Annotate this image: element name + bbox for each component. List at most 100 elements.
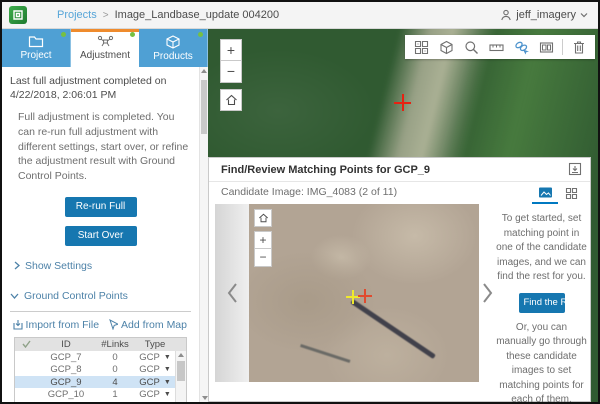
grid-view-toggle[interactable]: [558, 182, 584, 204]
breadcrumb: Projects > Image_Landbase_update 004200: [57, 9, 279, 21]
image-zoom-out-button[interactable]: −: [254, 249, 272, 267]
browse-images-button[interactable]: [409, 35, 434, 59]
grid-view-icon: [565, 187, 578, 200]
gcp-section-title: Ground Control Points: [24, 290, 128, 302]
scrollbar-thumb[interactable]: [201, 80, 207, 134]
candidate-image-label: Candidate Image: IMG_4083 (2 of 11): [221, 186, 397, 198]
single-view-icon: [538, 186, 553, 199]
delete-button[interactable]: [566, 35, 591, 59]
match-panel-header: Find/Review Matching Points for GCP_9: [209, 158, 590, 182]
topbar: Projects > Image_Landbase_update 004200 …: [2, 2, 598, 29]
next-image-button[interactable]: [481, 204, 495, 382]
import-from-file-link[interactable]: Import from File: [13, 319, 100, 331]
adjustment-description: Full adjustment is completed. You can re…: [18, 110, 191, 183]
add-gcp-link-button[interactable]: [509, 35, 534, 59]
home-extent-button[interactable]: [220, 89, 242, 111]
start-over-button[interactable]: Start Over: [65, 226, 137, 246]
project-title: Image_Landbase_update 004200: [115, 9, 280, 21]
chevron-down-icon: [10, 293, 19, 299]
table-row[interactable]: GCP_80 GCP▼: [15, 363, 186, 376]
cube-icon: [166, 35, 180, 49]
table-row[interactable]: GCP_110 GCP▼: [15, 401, 186, 402]
gcp-type: GCP: [139, 377, 160, 388]
dock-panel-button[interactable]: [568, 162, 582, 176]
gcp-id: GCP_9: [37, 377, 95, 388]
dropdown-caret-icon[interactable]: ▼: [164, 366, 171, 373]
previous-image-button[interactable]: [215, 204, 249, 382]
gcp-section-toggle[interactable]: Ground Control Points: [10, 290, 199, 302]
table-scrollbar[interactable]: [175, 351, 186, 402]
person-icon: [500, 9, 512, 21]
image-zoom-controls: + −: [254, 231, 272, 267]
view-toggles: [532, 182, 584, 204]
dropdown-caret-icon[interactable]: ▼: [164, 354, 171, 361]
tab-products[interactable]: Products: [139, 29, 208, 67]
panel-scrollbar[interactable]: [199, 67, 208, 402]
home-icon: [258, 213, 269, 223]
dropdown-caret-icon[interactable]: ▼: [164, 391, 171, 398]
tab-project[interactable]: Project: [2, 29, 71, 67]
table-row[interactable]: GCP_101 GCP ▼: [15, 388, 186, 401]
import-icon: [13, 319, 23, 330]
add-from-map-label: Add from Map: [121, 319, 187, 331]
zoom-out-button[interactable]: −: [220, 61, 242, 83]
table-row[interactable]: GCP_70 GCP▼: [15, 351, 186, 364]
measure-button[interactable]: [484, 35, 509, 59]
gcp-id: GCP_8: [37, 364, 95, 375]
add-from-map-link[interactable]: Add from Map: [109, 319, 187, 331]
dock-panel-icon: [568, 162, 582, 176]
scroll-up-icon[interactable]: [201, 69, 207, 73]
gcp-marker-cross[interactable]: [394, 94, 411, 111]
image-collection-button[interactable]: [534, 35, 559, 59]
tab-label: Adjustment: [80, 50, 130, 61]
gcp-links: 1: [95, 389, 135, 400]
gcp-links: 4: [95, 377, 135, 388]
status-dot-icon: [130, 32, 135, 37]
gcp-type: GCP: [139, 352, 160, 363]
map-toolbar: [405, 35, 595, 59]
map-zoom-controls: + −: [220, 39, 242, 83]
gcp-links: 0: [95, 364, 135, 375]
table-row-selected[interactable]: GCP_94 GCP ▼: [15, 376, 186, 389]
col-type[interactable]: Type: [135, 339, 175, 350]
toolbar-separator: [562, 39, 563, 55]
scroll-up-icon[interactable]: [178, 353, 184, 357]
gcp-type: GCP: [139, 389, 160, 400]
scrollbar-thumb[interactable]: [177, 361, 185, 381]
gcp-id: GCP_7: [37, 352, 95, 363]
gcp-id: GCP_10: [37, 389, 95, 400]
single-view-toggle[interactable]: [532, 182, 558, 204]
col-id[interactable]: ID: [37, 339, 95, 350]
home-icon: [225, 94, 238, 106]
small-shadow: [300, 344, 350, 363]
find-the-rest-button[interactable]: Find the Rest: [519, 293, 565, 313]
tab-adjustment[interactable]: Adjustment: [71, 29, 139, 67]
image-zoom-in-button[interactable]: +: [254, 231, 272, 249]
rerun-full-button[interactable]: Re-run Full: [65, 197, 137, 217]
col-links[interactable]: #Links: [95, 339, 135, 350]
instruction-secondary: Or, you can manually go through these ca…: [495, 321, 588, 403]
candidate-image[interactable]: + −: [249, 204, 479, 382]
image-home-button[interactable]: [254, 209, 272, 227]
dropdown-caret-icon[interactable]: ▼: [164, 379, 171, 386]
chevron-down-icon: [580, 12, 588, 18]
show-settings-toggle[interactable]: Show Settings: [14, 260, 199, 272]
adjustment-panel: Last full adjustment completed on 4/22/2…: [2, 67, 199, 402]
tab-label: Products: [153, 51, 192, 62]
left-panel: Project Adjustment Products Last full ad…: [2, 29, 208, 402]
breadcrumb-projects-link[interactable]: Projects: [57, 9, 97, 21]
search-button[interactable]: [459, 35, 484, 59]
basemap-button[interactable]: [434, 35, 459, 59]
status-dot-icon: [198, 32, 203, 37]
panel-tabs: Project Adjustment Products: [2, 29, 208, 67]
map-view[interactable]: + −: [208, 29, 598, 402]
zoom-in-button[interactable]: +: [220, 39, 242, 61]
drone-icon: [97, 35, 114, 48]
pole-shadow: [350, 299, 436, 359]
basemap-icon: [439, 40, 454, 55]
app-window: Projects > Image_Landbase_update 004200 …: [0, 0, 600, 404]
user-menu[interactable]: jeff_imagery: [500, 9, 588, 21]
active-tab-indicator: [71, 29, 139, 32]
gcp-location-marker[interactable]: [358, 289, 372, 303]
adjustment-status-text: Last full adjustment completed on 4/22/2…: [10, 74, 191, 102]
